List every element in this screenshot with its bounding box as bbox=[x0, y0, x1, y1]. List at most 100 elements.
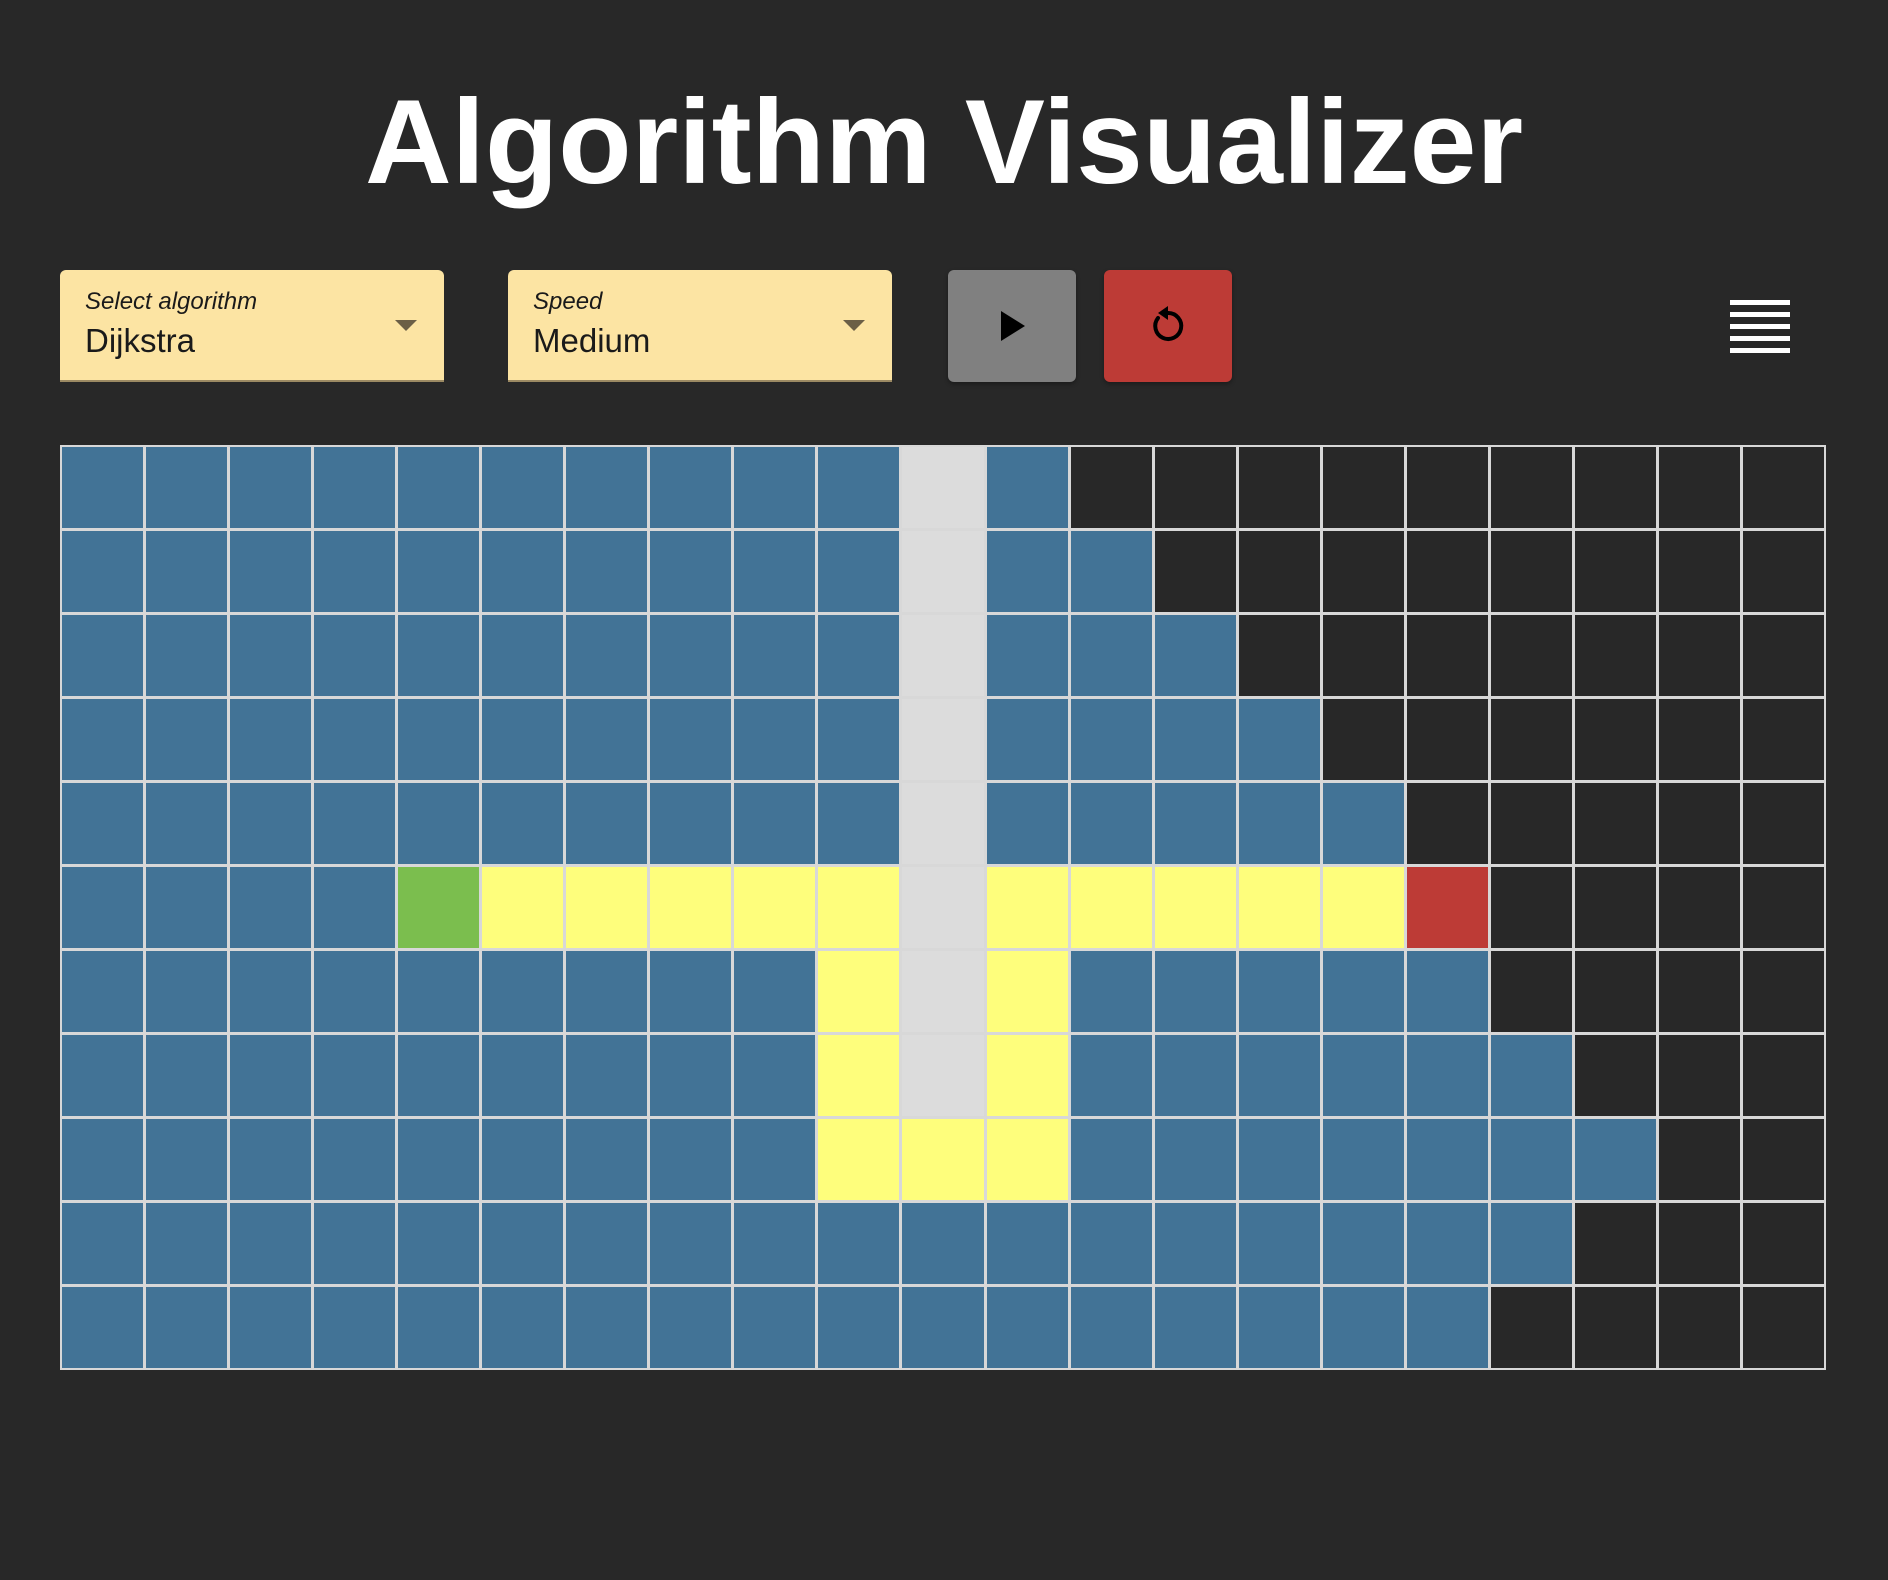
grid-cell-unvisited[interactable] bbox=[1406, 615, 1488, 696]
grid-cell-path[interactable] bbox=[902, 1119, 984, 1200]
grid-cell-wall[interactable] bbox=[902, 867, 984, 948]
grid-cell-visited[interactable] bbox=[230, 615, 312, 696]
grid-cell-visited[interactable] bbox=[146, 447, 228, 528]
grid-cell-unvisited[interactable] bbox=[1406, 699, 1488, 780]
grid-cell-visited[interactable] bbox=[1322, 783, 1404, 864]
grid-cell-visited[interactable] bbox=[314, 1035, 396, 1116]
grid-cell-visited[interactable] bbox=[146, 1203, 228, 1284]
grid-cell-visited[interactable] bbox=[482, 699, 564, 780]
grid-cell-unvisited[interactable] bbox=[1742, 867, 1824, 948]
grid-cell-unvisited[interactable] bbox=[1658, 1119, 1740, 1200]
grid-cell-unvisited[interactable] bbox=[1742, 1119, 1824, 1200]
grid-cell-unvisited[interactable] bbox=[1154, 447, 1236, 528]
grid-cell-unvisited[interactable] bbox=[1658, 1203, 1740, 1284]
grid-cell-visited[interactable] bbox=[1070, 783, 1152, 864]
grid-cell-visited[interactable] bbox=[734, 951, 816, 1032]
grid-cell-visited[interactable] bbox=[566, 615, 648, 696]
grid-cell-visited[interactable] bbox=[1154, 615, 1236, 696]
grid-cell-visited[interactable] bbox=[62, 951, 144, 1032]
grid-cell-unvisited[interactable] bbox=[1490, 531, 1572, 612]
grid-cell-unvisited[interactable] bbox=[1070, 447, 1152, 528]
grid-cell-visited[interactable] bbox=[734, 1287, 816, 1368]
grid-cell-visited[interactable] bbox=[650, 951, 732, 1032]
grid-cell-visited[interactable] bbox=[650, 1203, 732, 1284]
grid-cell-visited[interactable] bbox=[650, 783, 732, 864]
grid-cell-unvisited[interactable] bbox=[1742, 531, 1824, 612]
grid-cell-visited[interactable] bbox=[734, 1203, 816, 1284]
grid-cell-visited[interactable] bbox=[314, 783, 396, 864]
hamburger-menu-icon[interactable] bbox=[1730, 298, 1790, 354]
grid-cell-unvisited[interactable] bbox=[1574, 951, 1656, 1032]
grid-cell-visited[interactable] bbox=[482, 783, 564, 864]
grid-cell-path[interactable] bbox=[482, 867, 564, 948]
grid-cell-unvisited[interactable] bbox=[1742, 615, 1824, 696]
grid-cell-unvisited[interactable] bbox=[1238, 447, 1320, 528]
grid-cell-visited[interactable] bbox=[146, 951, 228, 1032]
grid-cell-visited[interactable] bbox=[650, 699, 732, 780]
grid-cell-unvisited[interactable] bbox=[1658, 1035, 1740, 1116]
grid-cell-unvisited[interactable] bbox=[1658, 783, 1740, 864]
grid-cell-path[interactable] bbox=[818, 1119, 900, 1200]
grid-cell-visited[interactable] bbox=[734, 615, 816, 696]
grid-cell-visited[interactable] bbox=[1238, 1203, 1320, 1284]
grid-cell-path[interactable] bbox=[818, 951, 900, 1032]
grid-cell-unvisited[interactable] bbox=[1490, 1287, 1572, 1368]
grid-cell-visited[interactable] bbox=[1070, 1035, 1152, 1116]
grid-cell-visited[interactable] bbox=[62, 1287, 144, 1368]
grid-cell-visited[interactable] bbox=[1154, 1203, 1236, 1284]
grid-cell-visited[interactable] bbox=[314, 951, 396, 1032]
grid-cell-unvisited[interactable] bbox=[1574, 615, 1656, 696]
grid-cell-visited[interactable] bbox=[62, 447, 144, 528]
grid-cell-path[interactable] bbox=[1154, 867, 1236, 948]
grid-cell-unvisited[interactable] bbox=[1322, 447, 1404, 528]
grid-cell-unvisited[interactable] bbox=[1742, 447, 1824, 528]
grid-cell-visited[interactable] bbox=[1406, 1035, 1488, 1116]
grid-cell-unvisited[interactable] bbox=[1742, 1203, 1824, 1284]
grid-cell-visited[interactable] bbox=[818, 1287, 900, 1368]
grid-cell-visited[interactable] bbox=[986, 1287, 1068, 1368]
grid-cell-visited[interactable] bbox=[398, 447, 480, 528]
grid-cell-visited[interactable] bbox=[314, 867, 396, 948]
grid-cell-unvisited[interactable] bbox=[1742, 1287, 1824, 1368]
grid-cell-path[interactable] bbox=[818, 1035, 900, 1116]
grid-cell-visited[interactable] bbox=[986, 699, 1068, 780]
grid-cell-visited[interactable] bbox=[986, 615, 1068, 696]
grid-cell-path[interactable] bbox=[734, 867, 816, 948]
grid-cell-visited[interactable] bbox=[1322, 1035, 1404, 1116]
grid-cell-path[interactable] bbox=[986, 951, 1068, 1032]
grid-cell-visited[interactable] bbox=[1154, 1119, 1236, 1200]
grid-cell-visited[interactable] bbox=[1490, 1035, 1572, 1116]
grid-cell-visited[interactable] bbox=[146, 699, 228, 780]
grid-cell-visited[interactable] bbox=[986, 783, 1068, 864]
grid-cell-unvisited[interactable] bbox=[1658, 615, 1740, 696]
grid-cell-wall[interactable] bbox=[902, 615, 984, 696]
grid-cell-unvisited[interactable] bbox=[1490, 615, 1572, 696]
grid-cell-visited[interactable] bbox=[398, 951, 480, 1032]
grid-cell-visited[interactable] bbox=[314, 531, 396, 612]
grid-cell-visited[interactable] bbox=[1406, 1119, 1488, 1200]
grid-cell-unvisited[interactable] bbox=[1238, 615, 1320, 696]
grid-cell-path[interactable] bbox=[1238, 867, 1320, 948]
grid-cell-visited[interactable] bbox=[1238, 783, 1320, 864]
grid-cell-unvisited[interactable] bbox=[1322, 531, 1404, 612]
grid-cell-visited[interactable] bbox=[566, 531, 648, 612]
grid-cell-unvisited[interactable] bbox=[1490, 867, 1572, 948]
grid-cell-visited[interactable] bbox=[1490, 1203, 1572, 1284]
grid-cell-visited[interactable] bbox=[734, 1035, 816, 1116]
grid-cell-visited[interactable] bbox=[902, 1203, 984, 1284]
grid-cell-path[interactable] bbox=[818, 867, 900, 948]
grid-cell-visited[interactable] bbox=[482, 1035, 564, 1116]
grid-cell-visited[interactable] bbox=[1154, 783, 1236, 864]
grid-cell-end[interactable] bbox=[1406, 867, 1488, 948]
grid-cell-visited[interactable] bbox=[398, 783, 480, 864]
grid-cell-unvisited[interactable] bbox=[1406, 531, 1488, 612]
grid-cell-visited[interactable] bbox=[230, 531, 312, 612]
grid-cell-visited[interactable] bbox=[1070, 1287, 1152, 1368]
grid-cell-unvisited[interactable] bbox=[1490, 447, 1572, 528]
grid-cell-visited[interactable] bbox=[146, 615, 228, 696]
grid-cell-visited[interactable] bbox=[734, 447, 816, 528]
grid-cell-path[interactable] bbox=[986, 1119, 1068, 1200]
grid-cell-visited[interactable] bbox=[734, 783, 816, 864]
grid-cell-visited[interactable] bbox=[650, 531, 732, 612]
grid-cell-visited[interactable] bbox=[1070, 1119, 1152, 1200]
